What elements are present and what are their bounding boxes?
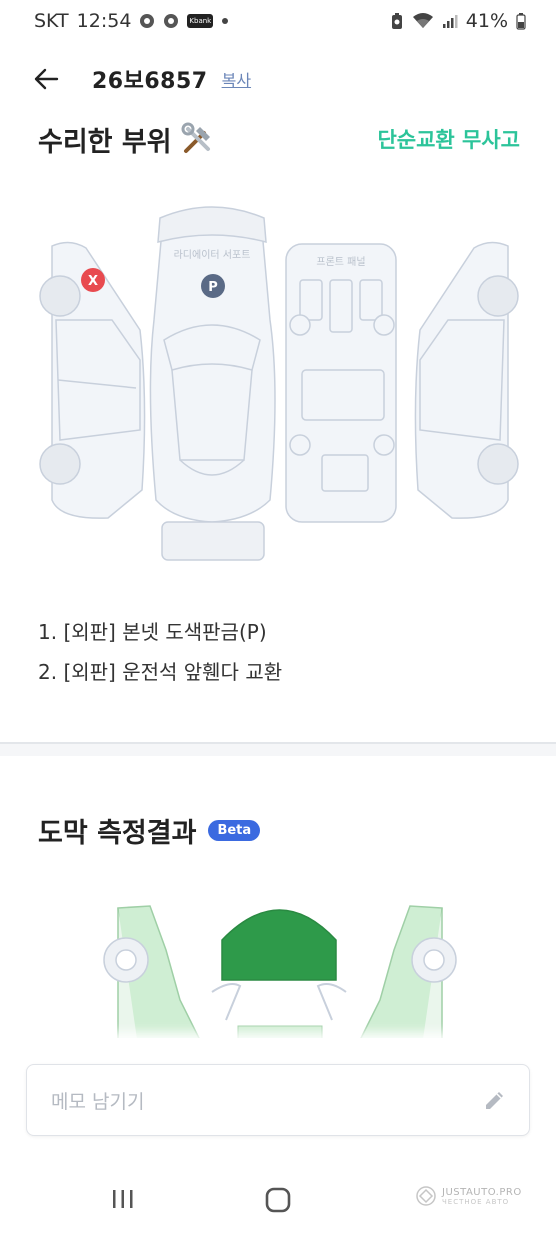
chrome-icon-2	[163, 13, 179, 29]
status-bar: SKT 12:54 Kbank 41%	[0, 0, 556, 42]
repair-item: 2. [외판] 운전석 앞휀다 교환	[38, 660, 283, 684]
chrome-icon	[139, 13, 155, 29]
repair-section-title: 수리한 부위	[38, 126, 172, 158]
kbank-icon: Kbank	[187, 14, 214, 28]
watermark-logo-icon	[416, 1186, 436, 1206]
paint-marker: P	[201, 274, 225, 298]
exchange-marker-label: X	[88, 274, 98, 289]
repair-section-header: 수리한 부위 단순교환 무사고	[38, 118, 520, 160]
memo-placeholder: 메모 남기기	[51, 1090, 145, 1113]
memo-area: 메모 남기기	[0, 1038, 556, 1158]
repair-status-label: 단순교환 무사고	[377, 128, 520, 152]
home-button[interactable]	[264, 1186, 292, 1218]
app-header: 26보6857 복사	[0, 52, 556, 106]
repair-item: 1. [외판] 본넷 도색판금(P)	[38, 620, 267, 644]
paint-section-title: 도막 측정결과	[38, 817, 197, 849]
back-button[interactable]	[30, 63, 62, 95]
battery-icon	[516, 12, 526, 30]
paint-marker-label: P	[208, 280, 218, 295]
left-front-wheel	[39, 275, 81, 317]
home-icon	[265, 1187, 291, 1213]
section-divider	[0, 742, 556, 756]
battery-percent: 41%	[465, 10, 508, 32]
back-arrow-icon	[34, 68, 59, 90]
pencil-icon[interactable]	[483, 1088, 507, 1112]
watermark-text: JUSTAUTO.PRO	[442, 1186, 522, 1198]
system-nav-bar: JUSTAUTO.PRO ЧЕСТНОЕ АВТО	[0, 1166, 556, 1237]
clock: 12:54	[76, 10, 132, 32]
memo-input[interactable]: 메모 남기기	[26, 1064, 530, 1136]
hood-panel	[221, 909, 337, 981]
right-rear-wheel	[477, 443, 519, 485]
car-repair-diagram: 라디에이터 서포트 프론트 패널 X P	[39, 206, 519, 561]
recents-icon	[113, 1190, 133, 1208]
front-panel-label: 프론트 패널	[316, 256, 365, 268]
paint-section-header: 도막 측정결과 Beta	[38, 808, 261, 852]
right-front-wheel	[477, 275, 519, 317]
recents-button[interactable]	[110, 1188, 136, 1214]
watermark-subtext: ЧЕСТНОЕ АВТО	[442, 1197, 510, 1206]
paint-measurement-diagram	[103, 905, 457, 1060]
watermark: JUSTAUTO.PRO ЧЕСТНОЕ АВТО	[414, 1184, 522, 1208]
tools-icon	[180, 121, 216, 157]
top-view	[149, 214, 276, 523]
signal-icon	[442, 13, 458, 29]
repair-list: 1. [외판] 본넷 도색판금(P) 2. [외판] 운전석 앞휀다 교환	[38, 612, 526, 692]
plate-number: 26보6857	[92, 69, 208, 94]
radiator-support-label: 라디에이터 서포트	[174, 249, 251, 261]
notification-dot-icon	[221, 17, 229, 25]
copy-button[interactable]: 복사	[222, 67, 251, 91]
exchange-marker: X	[81, 268, 105, 292]
beta-badge: Beta	[208, 819, 261, 841]
battery-saver-icon	[390, 12, 404, 30]
left-rear-wheel	[39, 443, 81, 485]
carrier-label: SKT	[34, 10, 69, 32]
wifi-icon	[412, 12, 434, 30]
